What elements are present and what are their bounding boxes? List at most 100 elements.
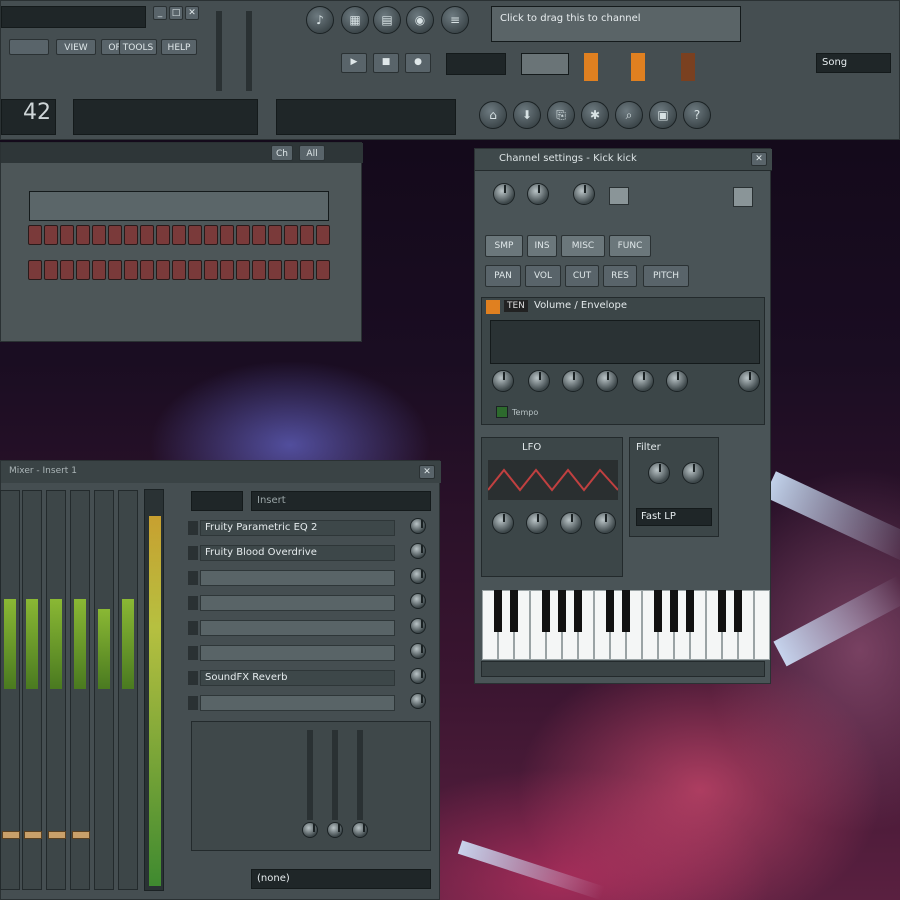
slot-enable-led[interactable] bbox=[188, 571, 198, 585]
step-button[interactable] bbox=[172, 225, 186, 245]
mixer-preset-select[interactable] bbox=[191, 491, 243, 511]
tab-ins[interactable]: INS bbox=[527, 235, 557, 257]
step-button[interactable] bbox=[108, 260, 122, 280]
project-icon[interactable]: ⎘ bbox=[547, 101, 575, 129]
close-button[interactable]: ✕ bbox=[185, 6, 199, 20]
step-button[interactable] bbox=[252, 260, 266, 280]
save-icon[interactable]: ⬇ bbox=[513, 101, 541, 129]
step-button[interactable] bbox=[60, 225, 74, 245]
piano-black-key[interactable] bbox=[606, 590, 614, 632]
piano-black-key[interactable] bbox=[494, 590, 502, 632]
master-volume-slider[interactable] bbox=[216, 11, 222, 91]
slot-enable-led[interactable] bbox=[188, 521, 198, 535]
tab-pitch[interactable]: PITCH bbox=[643, 265, 689, 287]
env-hold-knob[interactable] bbox=[562, 370, 584, 392]
tempo-checkbox[interactable] bbox=[496, 406, 508, 418]
effect-slot[interactable] bbox=[200, 570, 395, 586]
step-button[interactable] bbox=[220, 260, 234, 280]
keyboard-scrollbar[interactable] bbox=[481, 661, 765, 677]
insert-name-field[interactable]: Insert bbox=[251, 491, 431, 511]
step-button[interactable] bbox=[76, 260, 90, 280]
panning-knob[interactable] bbox=[527, 183, 549, 205]
effect-slot[interactable] bbox=[200, 595, 395, 611]
slot-enable-led[interactable] bbox=[188, 671, 198, 685]
slot-mix-knob[interactable] bbox=[410, 543, 426, 559]
slot-mix-knob[interactable] bbox=[410, 693, 426, 709]
step-button[interactable] bbox=[188, 225, 202, 245]
step-button[interactable] bbox=[284, 260, 298, 280]
step-button[interactable] bbox=[300, 225, 314, 245]
step-button[interactable] bbox=[172, 260, 186, 280]
eq-freq1-knob[interactable] bbox=[302, 822, 318, 838]
env-release-knob[interactable] bbox=[666, 370, 688, 392]
channel-fader[interactable] bbox=[24, 831, 42, 839]
channel-filter-button[interactable]: Ch bbox=[271, 145, 293, 161]
search-icon[interactable]: ⌕ bbox=[615, 101, 643, 129]
channel-fader[interactable] bbox=[72, 831, 90, 839]
step-button[interactable] bbox=[188, 260, 202, 280]
slot-enable-led[interactable] bbox=[188, 621, 198, 635]
tab-misc[interactable]: MISC bbox=[561, 235, 605, 257]
slot-mix-knob[interactable] bbox=[410, 568, 426, 584]
piano-black-key[interactable] bbox=[510, 590, 518, 632]
close-icon[interactable]: ✕ bbox=[751, 152, 767, 166]
effect-slot[interactable] bbox=[200, 620, 395, 636]
piano-black-key[interactable] bbox=[622, 590, 630, 632]
piano-roll-icon[interactable]: ▤ bbox=[373, 6, 401, 34]
menu-file[interactable] bbox=[9, 39, 49, 55]
channel-fader[interactable] bbox=[2, 831, 20, 839]
tab-res[interactable]: RES bbox=[603, 265, 637, 287]
mixer-channel-strip[interactable] bbox=[70, 490, 90, 890]
eq-freq3-knob[interactable] bbox=[352, 822, 368, 838]
snap-select[interactable]: Song bbox=[816, 53, 891, 73]
mixer-channel-strip[interactable] bbox=[0, 490, 20, 890]
mixer-icon[interactable]: ≡ bbox=[441, 6, 469, 34]
step-button[interactable] bbox=[28, 260, 42, 280]
step-button[interactable] bbox=[140, 225, 154, 245]
menu-tools[interactable]: TOOLS bbox=[119, 39, 157, 55]
tab-cut[interactable]: CUT bbox=[565, 265, 599, 287]
eq-band2-slider[interactable] bbox=[332, 730, 338, 820]
channel-fader[interactable] bbox=[48, 831, 66, 839]
step-button[interactable] bbox=[236, 225, 250, 245]
eq-band1-slider[interactable] bbox=[307, 730, 313, 820]
snap-icon[interactable] bbox=[584, 53, 598, 81]
step-button[interactable] bbox=[252, 225, 266, 245]
slot-mix-knob[interactable] bbox=[410, 618, 426, 634]
piano-black-key[interactable] bbox=[734, 590, 742, 632]
metronome-icon[interactable] bbox=[631, 53, 645, 81]
step-button[interactable] bbox=[156, 225, 170, 245]
step-button[interactable] bbox=[156, 260, 170, 280]
menu-help[interactable]: HELP bbox=[161, 39, 197, 55]
piano-black-key[interactable] bbox=[686, 590, 694, 632]
step-button[interactable] bbox=[204, 225, 218, 245]
lfo-attack-knob[interactable] bbox=[526, 512, 548, 534]
slot-enable-led[interactable] bbox=[188, 646, 198, 660]
preset-button[interactable] bbox=[733, 187, 753, 207]
piano-black-key[interactable] bbox=[718, 590, 726, 632]
menu-view[interactable]: VIEW bbox=[56, 39, 96, 55]
mixer-channel-strip[interactable] bbox=[94, 490, 114, 890]
effect-slot[interactable] bbox=[200, 645, 395, 661]
slot-mix-knob[interactable] bbox=[410, 518, 426, 534]
env-delay-knob[interactable] bbox=[492, 370, 514, 392]
env-amount-knob[interactable] bbox=[738, 370, 760, 392]
mixer-channel-strip[interactable] bbox=[118, 490, 138, 890]
step-sequencer-icon[interactable]: ▦ bbox=[341, 6, 369, 34]
effect-slot[interactable] bbox=[200, 695, 395, 711]
disk-icon[interactable]: ▣ bbox=[649, 101, 677, 129]
step-button[interactable] bbox=[92, 260, 106, 280]
pitch-knob[interactable] bbox=[573, 183, 595, 205]
slot-enable-led[interactable] bbox=[188, 696, 198, 710]
step-button[interactable] bbox=[236, 260, 250, 280]
close-icon[interactable]: ✕ bbox=[419, 465, 435, 479]
piano-black-key[interactable] bbox=[558, 590, 566, 632]
slot-mix-knob[interactable] bbox=[410, 643, 426, 659]
settings-icon[interactable]: ✱ bbox=[581, 101, 609, 129]
slot-mix-knob[interactable] bbox=[410, 593, 426, 609]
piano-black-key[interactable] bbox=[654, 590, 662, 632]
step-button[interactable] bbox=[108, 225, 122, 245]
lfo-speed-knob[interactable] bbox=[594, 512, 616, 534]
step-button[interactable] bbox=[124, 260, 138, 280]
all-channels-button[interactable]: All bbox=[299, 145, 325, 161]
